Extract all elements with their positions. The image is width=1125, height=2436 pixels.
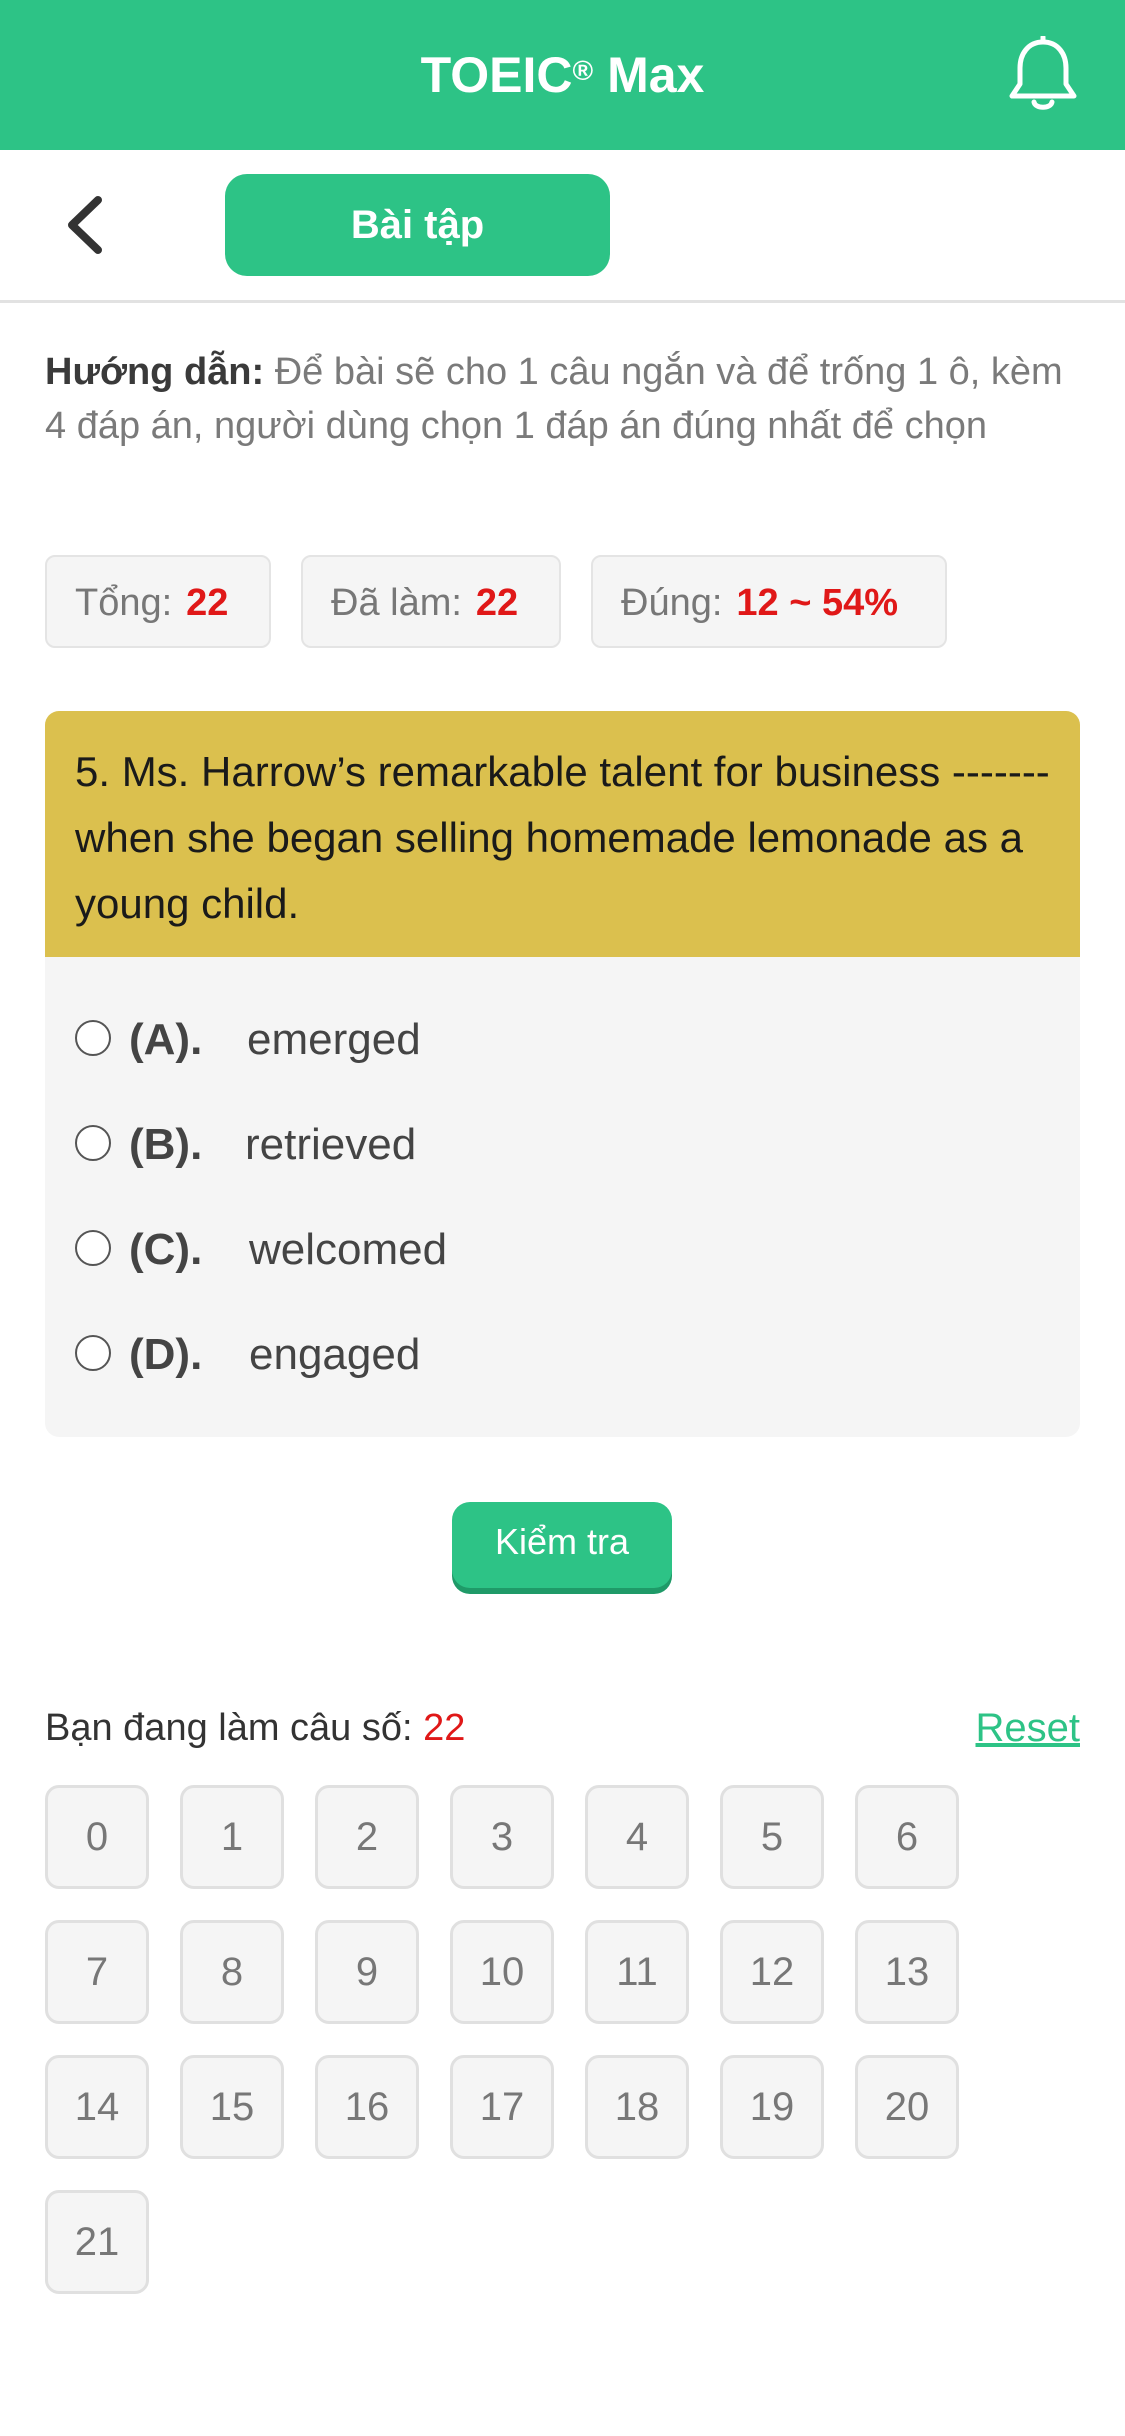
option-a[interactable]: (A). emerged (75, 1005, 975, 1075)
options-panel: (A). emerged (B). retrieved (C). welcome… (45, 957, 1080, 1437)
current-question-number: 22 (423, 1707, 466, 1749)
instructions-label: Hướng dẫn: (45, 351, 265, 393)
question-text: 5. Ms. Harrow’s remarkable talent for bu… (45, 711, 1080, 957)
option-d[interactable]: (D). engaged (75, 1320, 975, 1390)
stat-correct: Đúng: 12 ~ 54% (591, 555, 947, 648)
question-number-button[interactable]: 18 (585, 2055, 689, 2159)
top-bar: TOEIC® Max (0, 0, 1125, 150)
question-number-button[interactable]: 5 (720, 1785, 824, 1889)
stat-total: Tổng: 22 (45, 555, 271, 648)
radio-icon[interactable] (75, 1335, 111, 1371)
question-number-button[interactable]: 8 (180, 1920, 284, 2024)
option-b[interactable]: (B). retrieved (75, 1110, 975, 1180)
stat-done: Đã làm: 22 (301, 555, 561, 648)
question-number-button[interactable]: 15 (180, 2055, 284, 2159)
question-number-button[interactable]: 21 (45, 2190, 149, 2294)
question-number-button[interactable]: 0 (45, 1785, 149, 1889)
option-c[interactable]: (C). welcomed (75, 1215, 975, 1285)
question-number-button[interactable]: 11 (585, 1920, 689, 2024)
radio-icon[interactable] (75, 1020, 111, 1056)
bell-icon[interactable] (1008, 36, 1078, 114)
question-number-button[interactable]: 6 (855, 1785, 959, 1889)
check-button[interactable]: Kiểm tra (452, 1502, 672, 1588)
question-number-button[interactable]: 20 (855, 2055, 959, 2159)
question-number-button[interactable]: 16 (315, 2055, 419, 2159)
question-number-button[interactable]: 1 (180, 1785, 284, 1889)
radio-icon[interactable] (75, 1230, 111, 1266)
app-title: TOEIC® Max (420, 47, 705, 103)
question-number-button[interactable]: 2 (315, 1785, 419, 1889)
question-number-button[interactable]: 12 (720, 1920, 824, 2024)
question-number-button[interactable]: 9 (315, 1920, 419, 2024)
sub-header: Bài tập (0, 150, 1125, 303)
chevron-left-icon[interactable] (60, 190, 110, 260)
reset-link[interactable]: Reset (976, 1700, 1081, 1756)
question-number-button[interactable]: 17 (450, 2055, 554, 2159)
question-number-button[interactable]: 4 (585, 1785, 689, 1889)
instructions: Hướng dẫn: Để bài sẽ cho 1 câu ngắn và đ… (45, 345, 1085, 453)
radio-icon[interactable] (75, 1125, 111, 1161)
question-number-button[interactable]: 10 (450, 1920, 554, 2024)
question-number-button[interactable]: 19 (720, 2055, 824, 2159)
question-number-button[interactable]: 14 (45, 2055, 149, 2159)
question-number-button[interactable]: 3 (450, 1785, 554, 1889)
tab-exercise-button[interactable]: Bài tập (225, 174, 610, 276)
question-number-button[interactable]: 7 (45, 1920, 149, 2024)
question-number-button[interactable]: 13 (855, 1920, 959, 2024)
current-question: Bạn đang làm câu số: 22 (45, 1707, 466, 1749)
